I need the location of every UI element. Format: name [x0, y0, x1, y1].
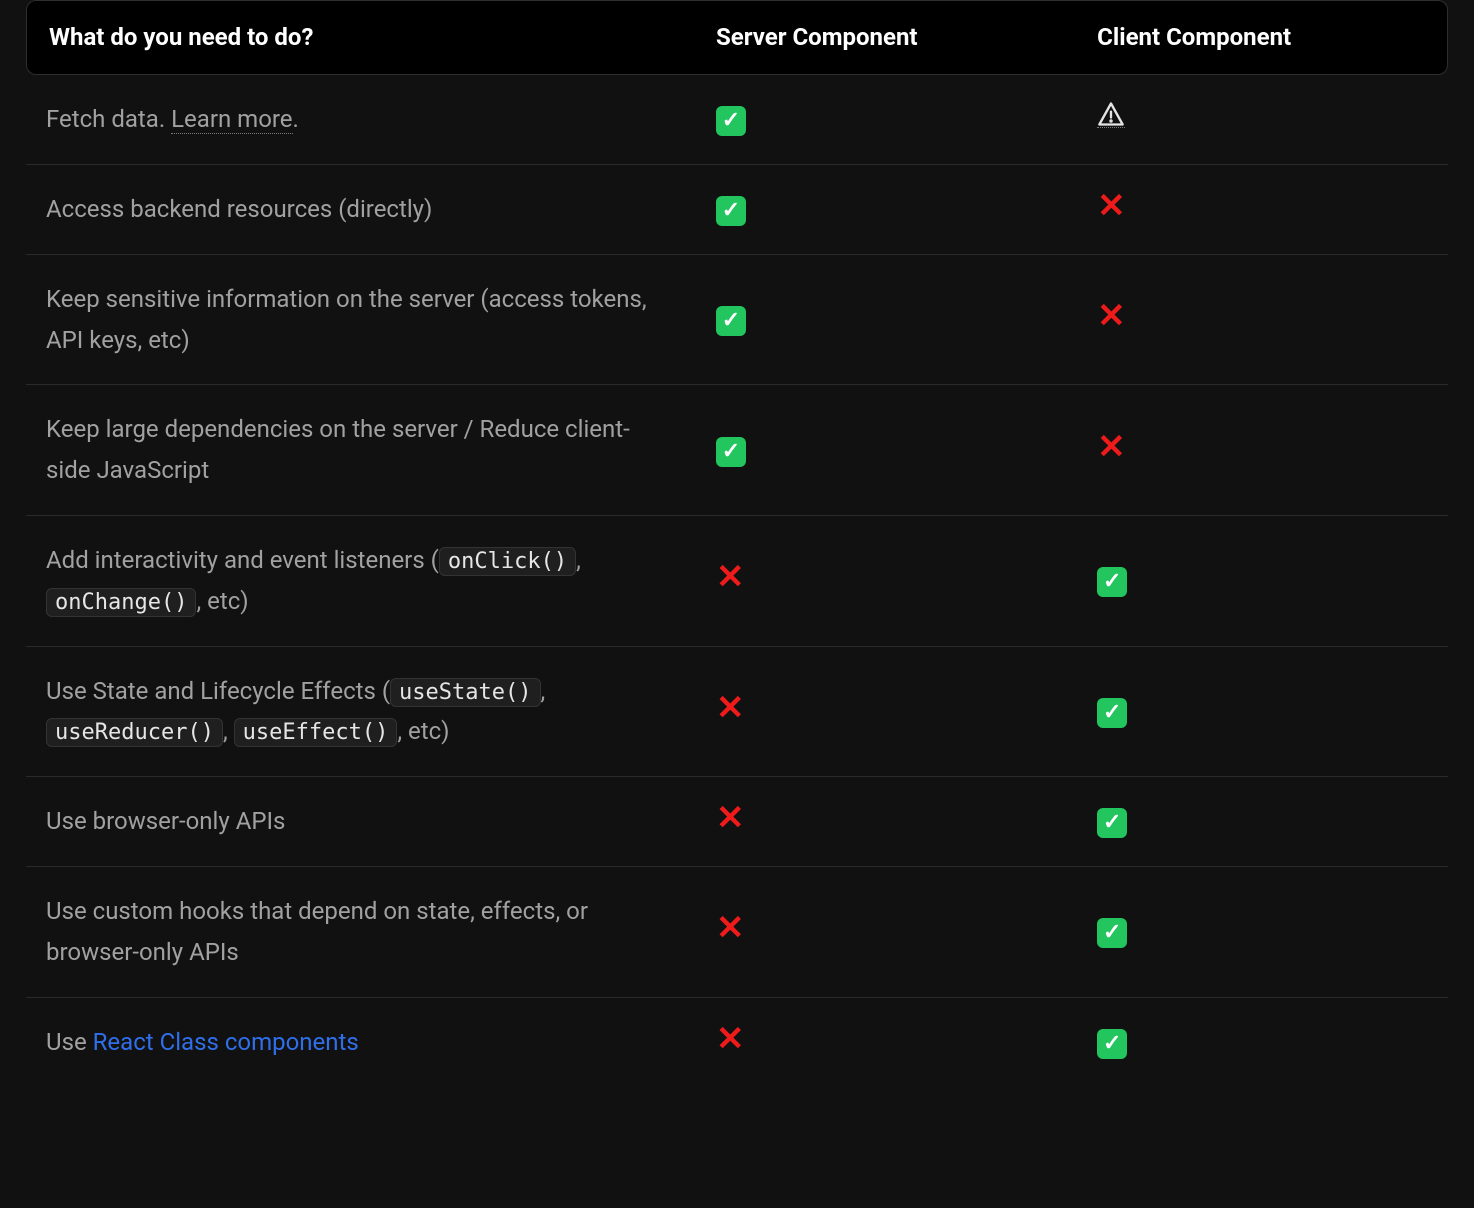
check-icon: [1097, 698, 1127, 728]
client-cell: [1077, 777, 1448, 867]
text-run: Use custom hooks that depend on state, e…: [46, 897, 588, 966]
row-description: Add interactivity and event listeners (o…: [26, 516, 696, 647]
table-row: Use State and Lifecycle Effects (useStat…: [26, 647, 1448, 778]
check-icon: [716, 106, 746, 136]
table-row: Access backend resources (directly): [26, 165, 1448, 255]
text-run: Keep sensitive information on the server…: [46, 285, 647, 354]
check-icon: [716, 437, 746, 467]
check-icon: [716, 196, 746, 226]
server-cell: [696, 385, 1077, 516]
text-run: Keep large dependencies on the server / …: [46, 415, 630, 484]
cross-icon: [716, 911, 745, 945]
check-icon: [1097, 808, 1127, 838]
row-description: Use React Class components: [26, 998, 696, 1069]
table-row: Add interactivity and event listeners (o…: [26, 516, 1448, 647]
server-cell: [696, 998, 1077, 1069]
warning-icon[interactable]: [1097, 101, 1125, 128]
text-run: Fetch data.: [46, 105, 171, 133]
text-run: Access backend resources (directly): [46, 195, 432, 223]
table-header-row: What do you need to do? Server Component…: [26, 0, 1448, 75]
check-icon: [1097, 1029, 1127, 1059]
text-run: Use State and Lifecycle Effects (: [46, 677, 390, 705]
doc-link[interactable]: React Class components: [93, 1028, 359, 1056]
row-description: Keep large dependencies on the server / …: [26, 385, 696, 516]
header-what: What do you need to do?: [26, 0, 696, 75]
comparison-table: What do you need to do? Server Component…: [26, 0, 1448, 1068]
server-cell: [696, 165, 1077, 255]
header-server: Server Component: [696, 0, 1077, 75]
text-run: .: [293, 105, 299, 133]
text-run: ,: [541, 677, 546, 705]
table-row: Keep large dependencies on the server / …: [26, 385, 1448, 516]
client-cell: [1077, 647, 1448, 778]
header-client: Client Component: [1077, 0, 1448, 75]
code-token: onClick(): [439, 547, 576, 576]
row-description: Use browser-only APIs: [26, 777, 696, 867]
server-cell: [696, 255, 1077, 386]
client-cell: [1077, 385, 1448, 516]
cross-icon: [1097, 430, 1126, 464]
check-icon: [1097, 918, 1127, 948]
server-cell: [696, 777, 1077, 867]
table-row: Fetch data. Learn more.: [26, 75, 1448, 165]
table-row: Use React Class components: [26, 998, 1448, 1069]
cross-icon: [716, 1022, 745, 1056]
table-row: Keep sensitive information on the server…: [26, 255, 1448, 386]
text-run: , etc): [397, 717, 449, 745]
client-cell: [1077, 516, 1448, 647]
client-cell: [1077, 255, 1448, 386]
server-cell: [696, 516, 1077, 647]
cross-icon: [716, 801, 745, 835]
check-icon: [1097, 567, 1127, 597]
server-cell: [696, 647, 1077, 778]
row-description: Fetch data. Learn more.: [26, 75, 696, 165]
row-description: Keep sensitive information on the server…: [26, 255, 696, 386]
row-description: Use State and Lifecycle Effects (useStat…: [26, 647, 696, 778]
server-cell: [696, 75, 1077, 165]
text-run: ,: [576, 546, 581, 574]
cross-icon: [1097, 189, 1126, 223]
comparison-table-wrap: What do you need to do? Server Component…: [0, 0, 1474, 1094]
table-row: Use browser-only APIs: [26, 777, 1448, 867]
code-token: useReducer(): [46, 718, 223, 747]
check-icon: [716, 306, 746, 336]
client-cell: [1077, 165, 1448, 255]
text-run: ,: [223, 717, 234, 745]
code-token: onChange(): [46, 588, 196, 617]
table-row: Use custom hooks that depend on state, e…: [26, 867, 1448, 998]
row-description: Access backend resources (directly): [26, 165, 696, 255]
text-run: , etc): [196, 587, 248, 615]
cross-icon: [1097, 299, 1126, 333]
server-cell: [696, 867, 1077, 998]
client-cell: [1077, 75, 1448, 165]
cross-icon: [716, 691, 745, 725]
code-token: useEffect(): [234, 718, 398, 747]
row-description: Use custom hooks that depend on state, e…: [26, 867, 696, 998]
client-cell: [1077, 998, 1448, 1069]
code-token: useState(): [390, 678, 540, 707]
cross-icon: [716, 560, 745, 594]
client-cell: [1077, 867, 1448, 998]
learn-more-link[interactable]: Learn more: [171, 105, 292, 134]
text-run: Use browser-only APIs: [46, 807, 285, 835]
text-run: Use: [46, 1028, 93, 1056]
text-run: Add interactivity and event listeners (: [46, 546, 439, 574]
